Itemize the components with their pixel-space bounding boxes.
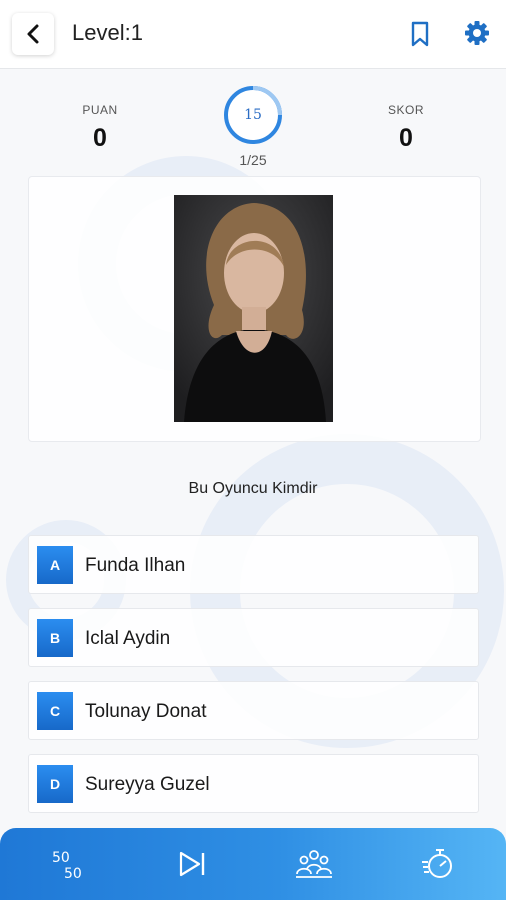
question-progress: 1/25	[239, 152, 267, 168]
skor-label: SKOR	[387, 103, 424, 117]
answer-option-c[interactable]: C Tolunay Donat	[28, 681, 479, 740]
fifty-fifty-icon: 50 50	[52, 850, 82, 882]
answer-letter: B	[37, 619, 73, 657]
gear-icon	[465, 21, 489, 45]
puan-value: 0	[93, 124, 107, 152]
actor-photo	[174, 195, 333, 422]
answer-text: Sureyya Guzel	[85, 774, 210, 795]
page-title: Level:1	[72, 20, 143, 45]
skor-value: 0	[399, 124, 413, 152]
timer-seconds: 15	[244, 107, 262, 123]
audience-button[interactable]	[292, 842, 336, 886]
stopwatch-icon	[422, 849, 452, 878]
time-bonus-button[interactable]	[416, 842, 460, 886]
settings-button[interactable]	[463, 19, 491, 47]
answer-option-b[interactable]: B Iclal Aydin	[28, 608, 479, 667]
answer-letter: A	[37, 546, 73, 584]
answer-letter: C	[37, 692, 73, 730]
bookmark-button[interactable]	[407, 20, 433, 48]
svg-text:50: 50	[52, 850, 70, 866]
puan-label: PUAN	[82, 103, 118, 117]
back-button[interactable]	[12, 13, 54, 55]
answer-letter: D	[37, 765, 73, 803]
question-text: Bu Oyuncu Kimdir	[188, 480, 318, 497]
skip-button[interactable]	[170, 842, 214, 886]
answer-text: Iclal Aydin	[85, 628, 171, 649]
top-bar: Level:1	[0, 0, 506, 69]
svg-text:50: 50	[64, 866, 82, 882]
bottom-toolbar: 50 50	[0, 828, 506, 900]
answer-text: Tolunay Donat	[85, 701, 207, 722]
bookmark-icon	[411, 21, 429, 47]
audience-icon	[296, 850, 332, 878]
chevron-left-icon	[27, 24, 39, 44]
answer-text: Funda Ilhan	[85, 555, 186, 576]
skip-icon	[179, 851, 205, 877]
answer-option-a[interactable]: A Funda Ilhan	[28, 535, 479, 594]
fifty-fifty-button[interactable]: 50 50	[48, 842, 92, 886]
answer-option-d[interactable]: D Sureyya Guzel	[28, 754, 479, 813]
